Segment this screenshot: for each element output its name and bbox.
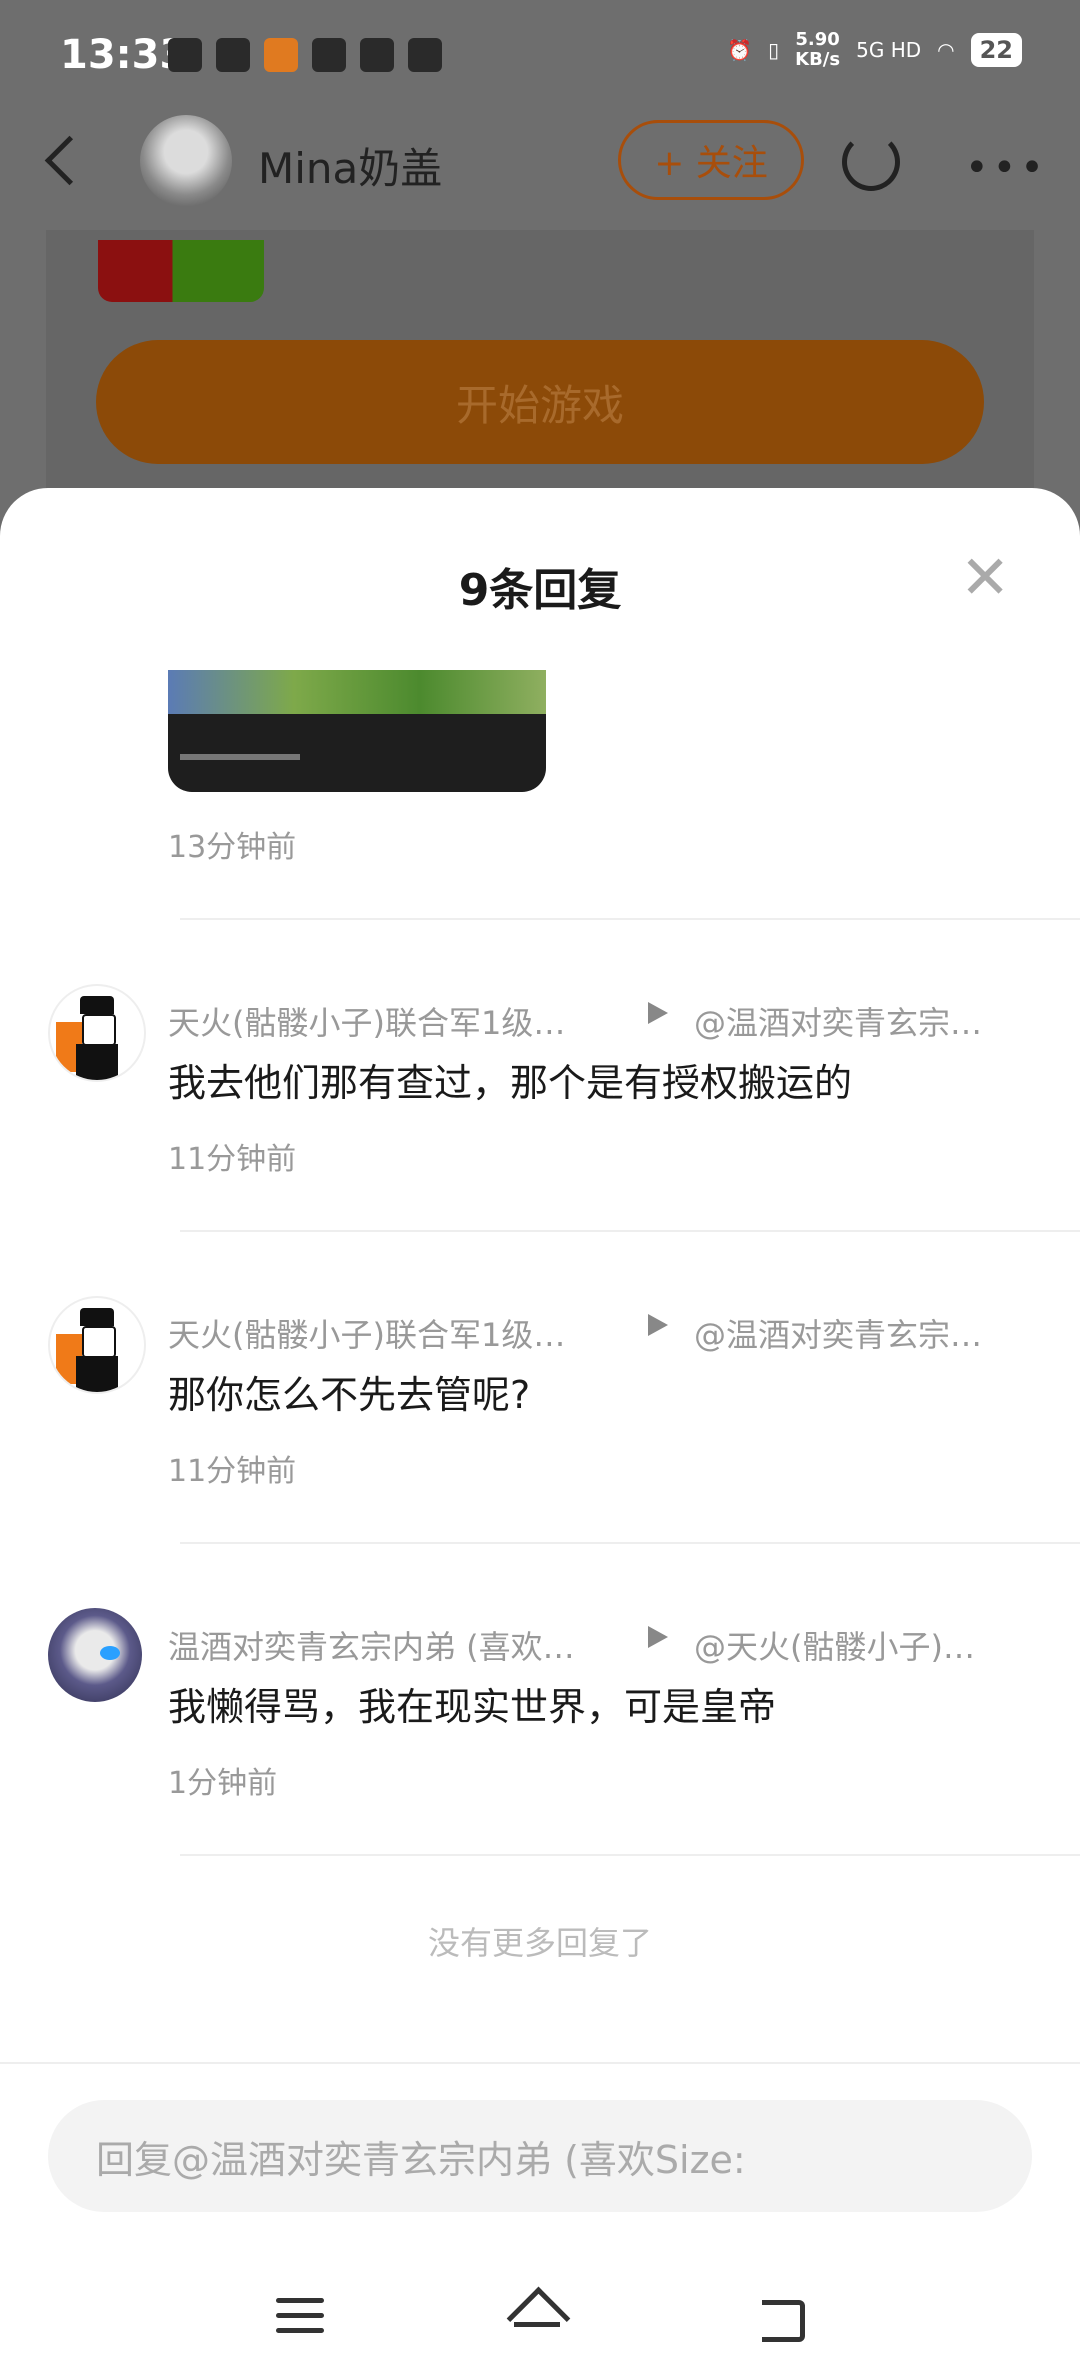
reply-item[interactable]: 天火(骷髅小子)联合军1级… @温酒对奕青玄宗… 那你怎么不先去管呢? 11分钟…	[0, 1296, 1080, 1496]
follow-button[interactable]: + 关注	[618, 120, 804, 200]
divider	[0, 2062, 1080, 2064]
network-speed: 5.90 KB/s	[795, 29, 841, 70]
user-avatar[interactable]	[48, 984, 146, 1082]
reply-input[interactable]: 回复@温酒对奕青玄宗内弟 (喜欢Size:	[48, 2100, 1032, 2212]
reply-text: 那你怎么不先去管呢?	[168, 1373, 531, 1417]
author-name[interactable]: Mina奶盖	[258, 135, 442, 196]
replies-sheet: 9条回复 ✕ 13分钟前 天火(骷髅小子)联合军1级… @温酒对奕青玄宗… 我去…	[0, 488, 1080, 2376]
divider	[180, 1230, 1080, 1232]
calendar-notification-icon	[408, 38, 442, 72]
wifi-icon: ◠	[937, 38, 955, 62]
notification-icons	[168, 38, 442, 72]
user-avatar[interactable]	[48, 1608, 142, 1702]
back-nav-icon[interactable]	[752, 2288, 812, 2348]
reply-text: 我去他们那有查过，那个是有授权搬运的	[168, 1061, 853, 1105]
reply-arrow-icon	[648, 1626, 668, 1648]
reply-target[interactable]: @天火(骷髅小子)…	[694, 1622, 975, 1668]
game-thumbnail	[98, 240, 264, 302]
app-notification-icon	[264, 38, 298, 72]
sheet-title: 9条回复	[458, 565, 622, 616]
start-game-button[interactable]: 开始游戏	[96, 340, 984, 464]
back-icon[interactable]	[44, 135, 95, 186]
reply-arrow-icon	[648, 1002, 668, 1024]
reply-username[interactable]: 天火(骷髅小子)联合军1级…	[168, 1310, 565, 1356]
alarm-icon: ⏰	[727, 38, 753, 62]
reply-time: 1分钟前	[168, 1766, 278, 1801]
user-avatar[interactable]	[48, 1296, 146, 1394]
no-more-replies: 没有更多回复了	[427, 1924, 652, 1962]
more-icon[interactable]: •••	[965, 145, 1048, 191]
app-notification-icon	[168, 38, 202, 72]
reply-time: 11分钟前	[168, 1454, 297, 1489]
signal-icon: 5G HD	[856, 38, 922, 62]
photo-notification-icon	[360, 38, 394, 72]
status-bar: 13:33 ⏰ ▯ 5.90 KB/s 5G HD ◠ 22	[0, 0, 1080, 115]
home-icon[interactable]	[506, 2286, 571, 2351]
close-icon[interactable]: ✕	[960, 548, 1010, 608]
system-icons: ⏰ ▯ 5.90 KB/s 5G HD ◠ 22	[727, 30, 1022, 70]
divider	[180, 1854, 1080, 1856]
reply-time: 11分钟前	[168, 1142, 297, 1177]
menu-icon[interactable]	[270, 2288, 330, 2348]
video-notification-icon	[312, 38, 346, 72]
reply-text: 我懒得骂，我在现实世界，可是皇帝	[168, 1685, 777, 1729]
battery-icon: 22	[970, 33, 1022, 67]
divider	[180, 1542, 1080, 1544]
reply-target[interactable]: @温酒对奕青玄宗…	[694, 998, 982, 1044]
reply-target[interactable]: @温酒对奕青玄宗…	[694, 1310, 982, 1356]
mail-notification-icon	[216, 38, 250, 72]
comment-time: 13分钟前	[168, 830, 297, 865]
author-avatar[interactable]	[140, 115, 232, 207]
share-icon[interactable]	[842, 133, 900, 191]
post-header: Mina奶盖 + 关注 •••	[0, 115, 1080, 215]
reply-item[interactable]: 温酒对奕青玄宗内弟 (喜欢… @天火(骷髅小子)… 我懒得骂，我在现实世界，可是…	[0, 1608, 1080, 1808]
reply-username[interactable]: 温酒对奕青玄宗内弟 (喜欢…	[168, 1622, 575, 1668]
image-attachment[interactable]	[168, 670, 546, 792]
reply-username[interactable]: 天火(骷髅小子)联合军1级…	[168, 998, 565, 1044]
divider	[180, 918, 1080, 920]
reply-arrow-icon	[648, 1314, 668, 1336]
vibrate-icon: ▯	[768, 38, 780, 62]
reply-item[interactable]: 天火(骷髅小子)联合军1级… @温酒对奕青玄宗… 我去他们那有查过，那个是有授权…	[0, 984, 1080, 1184]
